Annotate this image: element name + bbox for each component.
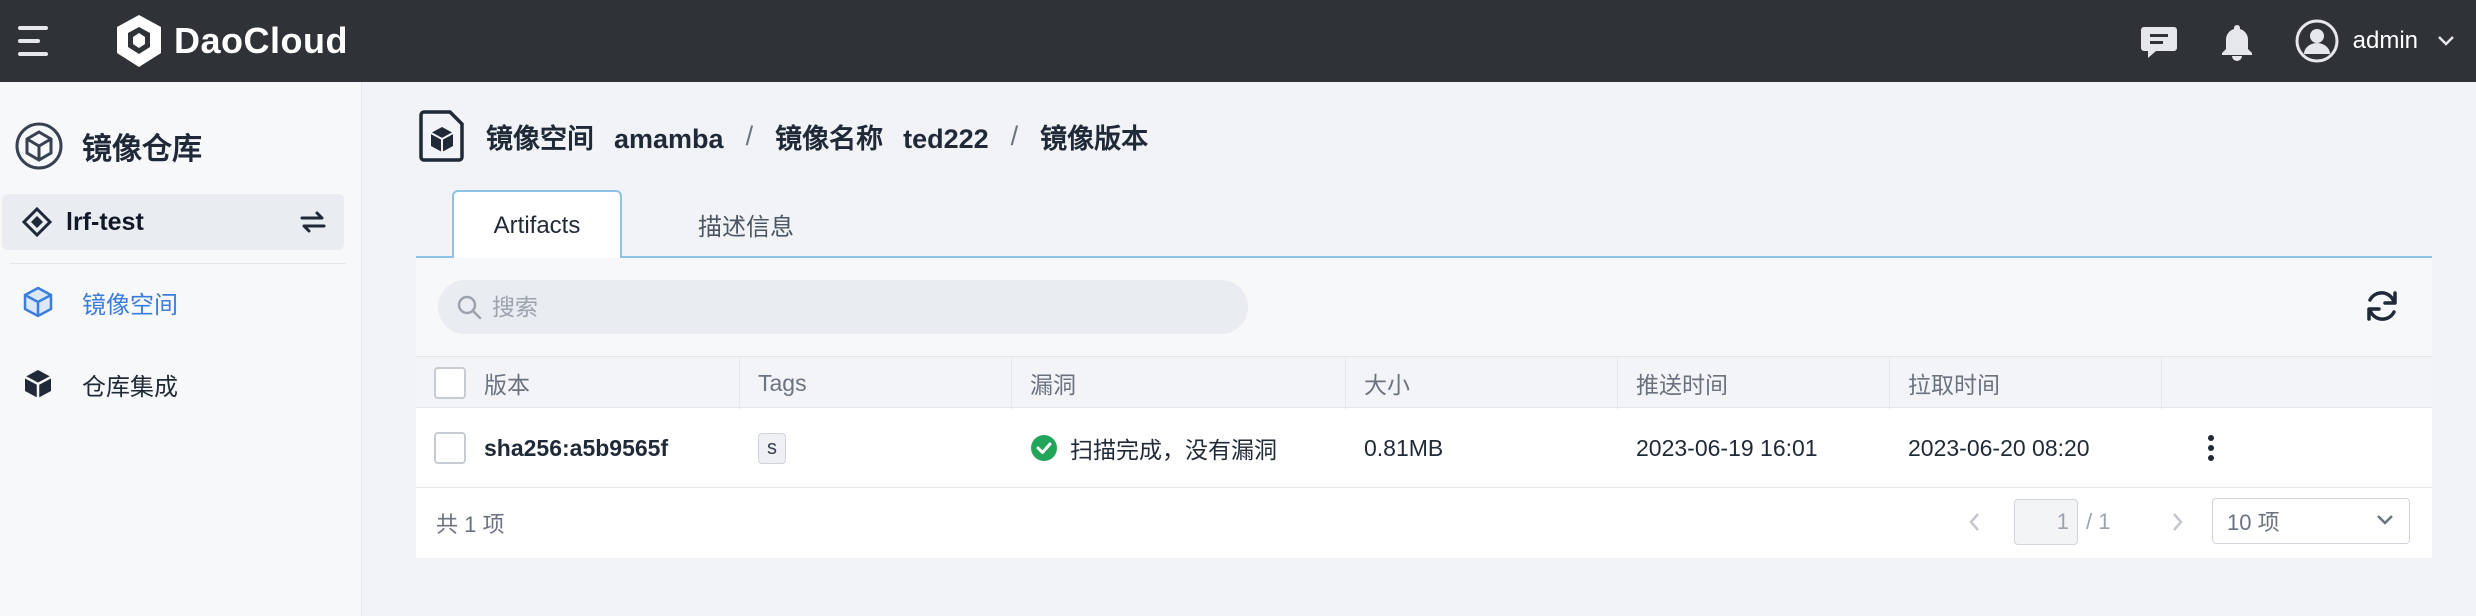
sidebar-item-label: 镜像空间	[82, 291, 178, 319]
pagination: 1 / 1	[1956, 498, 2196, 546]
column-version[interactable]: 版本	[416, 357, 740, 409]
daocloud-logo-icon	[117, 15, 161, 67]
avatar-icon	[2295, 19, 2339, 63]
column-actions	[2162, 357, 2432, 409]
column-pull-time: 拉取时间	[1890, 357, 2162, 409]
workspace-selector[interactable]: lrf-test	[2, 194, 344, 250]
table-footer: 共 1 项 1 / 1 10 项	[416, 488, 2432, 558]
swap-icon[interactable]	[298, 208, 328, 236]
top-right-actions: admin	[2137, 0, 2476, 82]
breadcrumb-separator: /	[1010, 120, 1019, 151]
check-circle-icon	[1031, 435, 1057, 461]
cell-actions	[2162, 408, 2432, 488]
row-checkbox[interactable]	[434, 432, 466, 464]
search-input[interactable]	[492, 293, 1192, 321]
sidebar-header: 镜像仓库	[14, 116, 202, 176]
artifacts-panel: 版本 Tags 漏洞 大小 推送时间 拉取时间 sha256:a5b9565f …	[416, 258, 2432, 558]
chevron-right-icon	[2173, 513, 2184, 531]
column-size: 大小	[1346, 357, 1618, 409]
cell-size: 0.81MB	[1364, 434, 1444, 461]
cube-icon	[23, 286, 53, 318]
cell-pull-time: 2023-06-20 08:20	[1908, 434, 2090, 461]
chevron-down-icon	[2377, 515, 2393, 525]
sidebar-divider	[10, 263, 346, 264]
page-size-value: 10 项	[2227, 510, 2280, 535]
search-icon	[457, 295, 482, 320]
tab-description[interactable]: 描述信息	[666, 190, 826, 258]
artifacts-table: 版本 Tags 漏洞 大小 推送时间 拉取时间 sha256:a5b9565f …	[416, 356, 2432, 558]
cell-push-time: 2023-06-19 16:01	[1636, 434, 1818, 461]
scan-status: 扫描完成，没有漏洞	[1070, 437, 1277, 463]
tab-artifacts[interactable]: Artifacts	[452, 190, 622, 260]
page-size-select[interactable]: 10 项	[2212, 498, 2410, 544]
cell-tags: s	[740, 408, 1012, 488]
workspace-name: lrf-test	[66, 207, 144, 236]
column-push-time: 推送时间	[1618, 357, 1890, 409]
refresh-icon[interactable]	[2362, 286, 2402, 326]
more-actions-icon[interactable]	[2206, 435, 2216, 461]
column-vulnerabilities: 漏洞	[1012, 357, 1346, 409]
package-icon	[419, 110, 464, 162]
sidebar-title: 镜像仓库	[82, 133, 202, 166]
cell-version: sha256:a5b9565f	[416, 408, 740, 488]
breadcrumb-separator: /	[745, 120, 754, 151]
sidebar-item-label: 仓库集成	[82, 373, 178, 401]
tab-bar: Artifacts 描述信息	[416, 190, 2432, 260]
registry-icon	[15, 122, 63, 170]
breadcrumb-image[interactable]: 镜像名称 ted222	[775, 117, 989, 156]
cell-vulnerabilities: 扫描完成，没有漏洞	[1012, 408, 1346, 488]
brand-logo[interactable]: DaoCloud	[114, 12, 348, 70]
sidebar: 镜像仓库 lrf-test 镜像空间 仓库集成	[0, 82, 362, 616]
breadcrumb: 镜像空间 amamba / 镜像名称 ted222 / 镜像版本	[418, 108, 1148, 164]
next-page-button[interactable]	[2160, 498, 2196, 546]
workspace-icon	[22, 207, 52, 237]
table-header: 版本 Tags 漏洞 大小 推送时间 拉取时间	[416, 356, 2432, 409]
column-tags: Tags	[740, 357, 1012, 409]
chevron-left-icon	[1969, 513, 1979, 531]
page-total: / 1	[2086, 509, 2111, 534]
page-input[interactable]: 1	[2014, 499, 2078, 545]
menu-icon[interactable]	[18, 22, 52, 60]
user-menu[interactable]: admin	[2295, 19, 2456, 63]
total-count: 共 1 项	[436, 512, 505, 537]
select-all-checkbox[interactable]	[434, 367, 466, 399]
sidebar-item-namespace[interactable]: 镜像空间	[0, 272, 360, 332]
message-icon[interactable]	[2137, 19, 2181, 63]
bell-icon[interactable]	[2215, 19, 2259, 63]
chevron-down-icon	[2438, 36, 2454, 46]
search-box[interactable]	[438, 280, 1248, 334]
cube-filled-icon	[24, 370, 52, 398]
breadcrumb-current: 镜像版本	[1040, 123, 1149, 154]
top-bar: DaoCloud admin	[0, 0, 2476, 82]
breadcrumb-namespace[interactable]: 镜像空间 amamba	[486, 117, 724, 156]
tag-badge: s	[758, 432, 786, 464]
artifact-digest[interactable]: sha256:a5b9565f	[484, 435, 668, 462]
username: admin	[2352, 27, 2418, 54]
sidebar-item-integration[interactable]: 仓库集成	[0, 354, 360, 414]
table-row: sha256:a5b9565f s 扫描完成，没有漏洞 0.81MB 2023-…	[416, 408, 2432, 488]
brand-name: DaoCloud	[174, 20, 348, 61]
prev-page-button[interactable]	[1956, 498, 1992, 546]
